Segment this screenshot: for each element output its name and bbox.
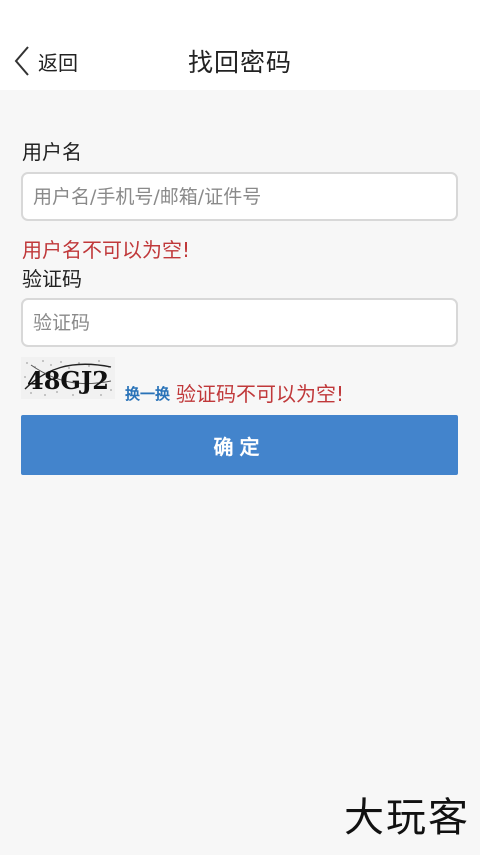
watermark-logo: 大玩客	[344, 795, 470, 841]
captcha-image[interactable]: 48GJ2	[21, 357, 115, 399]
username-error: 用户名不可以为空!	[22, 238, 191, 262]
captcha-refresh-link[interactable]: 换一换	[125, 383, 170, 404]
username-label: 用户名	[22, 140, 82, 164]
confirm-button[interactable]: 确定	[21, 415, 458, 475]
captcha-label: 验证码	[22, 267, 82, 291]
captcha-input[interactable]	[21, 298, 458, 347]
svg-text:48GJ2: 48GJ2	[27, 366, 109, 395]
page-title: 找回密码	[187, 48, 292, 77]
username-input[interactable]	[21, 172, 458, 221]
captcha-error: 验证码不可以为空!	[176, 382, 345, 406]
header-bar: 返回 找回密码	[0, 0, 480, 90]
